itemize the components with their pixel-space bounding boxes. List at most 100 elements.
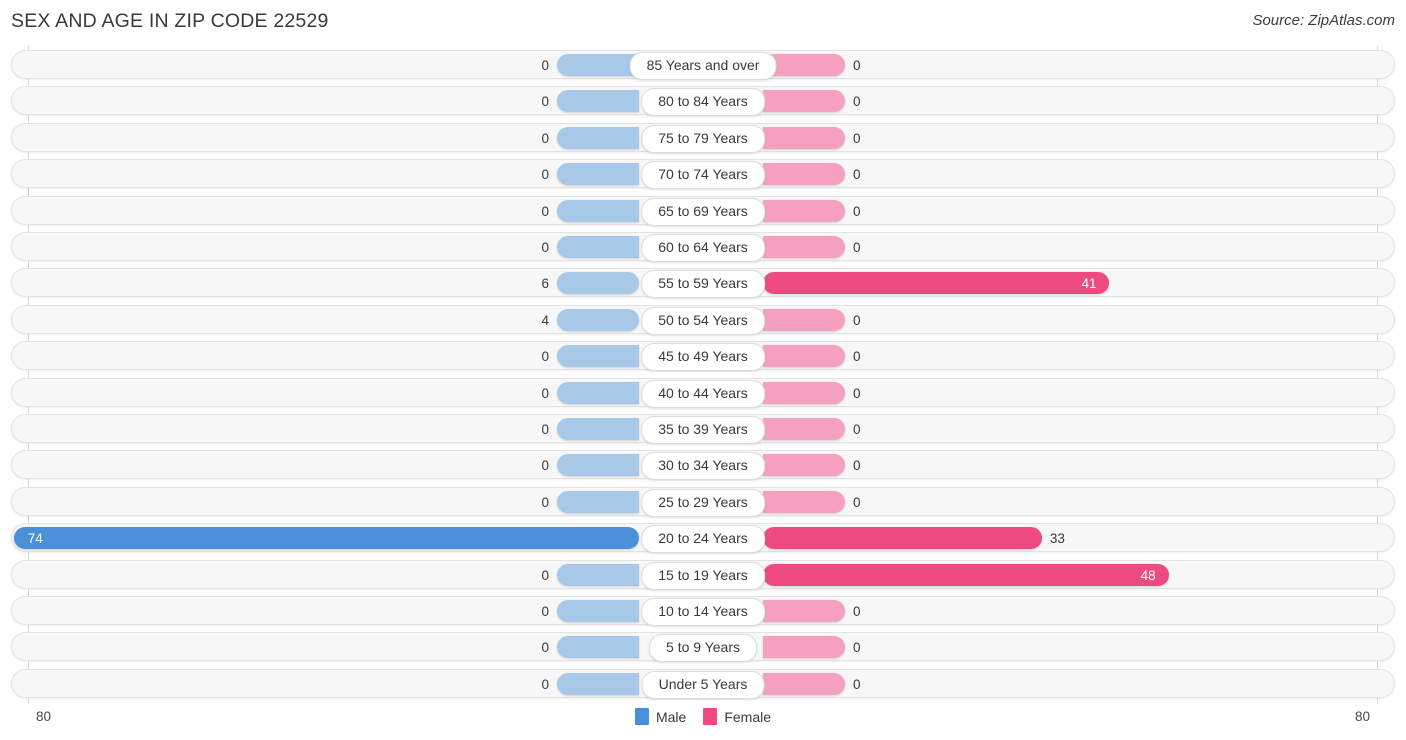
age-group-label: 70 to 74 Years <box>641 161 765 190</box>
value-label-female: 0 <box>853 458 861 474</box>
chart-row[interactable]: 0 0 25 to 29 Years <box>11 486 1395 517</box>
bar-male[interactable] <box>557 308 639 331</box>
bar-female[interactable] <box>763 527 1042 550</box>
bar-female[interactable] <box>763 199 845 222</box>
value-label-female: 0 <box>853 676 861 692</box>
value-label-female: 41 <box>1081 276 1097 292</box>
chart-row-inner: 0 0 70 to 74 Years <box>12 160 1394 190</box>
bar-male[interactable] <box>557 272 639 295</box>
value-label-male: 0 <box>541 349 549 365</box>
bar-female[interactable] <box>763 126 845 149</box>
chart-row[interactable]: 0 0 70 to 74 Years <box>11 159 1395 190</box>
bar-female[interactable] <box>763 490 845 513</box>
bar-female[interactable] <box>763 636 845 659</box>
bar-male[interactable] <box>557 90 639 113</box>
chart-row-inner: 0 0 40 to 44 Years <box>12 379 1394 408</box>
bar-female[interactable] <box>763 563 1169 586</box>
bar-female[interactable] <box>763 272 1110 295</box>
age-group-label: 50 to 54 Years <box>641 306 765 335</box>
axis-label-right: 80 <box>1354 709 1370 724</box>
bar-male[interactable] <box>557 490 639 513</box>
value-label-male: 0 <box>541 130 549 146</box>
bar-male[interactable] <box>13 527 639 550</box>
bar-female[interactable] <box>763 672 845 695</box>
bar-male[interactable] <box>557 381 639 404</box>
value-label-female: 0 <box>853 94 861 110</box>
bar-female[interactable] <box>763 163 845 186</box>
age-group-label: 40 to 44 Years <box>641 379 765 408</box>
bar-male[interactable] <box>557 163 639 186</box>
bar-male[interactable] <box>557 563 639 586</box>
axis-label-left: 80 <box>36 709 52 724</box>
legend-swatch-male-icon <box>634 708 649 725</box>
value-label-male: 0 <box>541 604 549 619</box>
age-group-label: 80 to 84 Years <box>641 88 765 117</box>
value-label-female: 0 <box>853 422 861 437</box>
bar-female[interactable] <box>763 90 845 113</box>
value-label-female: 0 <box>853 130 861 146</box>
chart-row[interactable]: 0 0 35 to 39 Years <box>11 414 1395 444</box>
value-label-male: 0 <box>541 494 549 510</box>
chart-row-inner: 0 0 Under 5 Years <box>12 670 1394 699</box>
chart-row-inner: 74 33 20 to 24 Years <box>12 524 1394 554</box>
age-group-label: 60 to 64 Years <box>641 234 765 262</box>
legend-item-female[interactable]: Female <box>703 708 771 725</box>
age-group-label: 35 to 39 Years <box>641 416 765 444</box>
chart-row-inner: 0 0 65 to 69 Years <box>12 197 1394 226</box>
chart-row[interactable]: 0 0 60 to 64 Years <box>11 232 1395 262</box>
chart-row[interactable]: 0 0 Under 5 Years <box>11 668 1395 699</box>
chart-row-inner: 0 0 45 to 49 Years <box>12 342 1394 372</box>
value-label-male: 0 <box>541 422 549 437</box>
chart-row[interactable]: 0 0 85 Years and over <box>11 50 1395 80</box>
value-label-female: 0 <box>853 240 861 255</box>
chart-row[interactable]: 0 0 5 to 9 Years <box>11 632 1395 663</box>
age-group-label: 75 to 79 Years <box>641 124 765 153</box>
bar-male[interactable] <box>557 672 639 695</box>
chart-row[interactable]: 0 0 65 to 69 Years <box>11 195 1395 226</box>
value-label-male: 74 <box>27 531 43 547</box>
legend-label-male: Male <box>655 708 687 725</box>
bar-male[interactable] <box>557 199 639 222</box>
chart-row[interactable]: 4 0 50 to 54 Years <box>11 304 1395 335</box>
page-title: SEX AND AGE IN ZIP CODE 22529 <box>11 10 329 32</box>
chart-row[interactable]: 0 0 80 to 84 Years <box>11 86 1395 117</box>
bar-female[interactable] <box>763 381 845 404</box>
legend-label-female: Female <box>724 708 772 725</box>
chart-row[interactable]: 6 41 55 to 59 Years <box>11 268 1395 299</box>
bar-male[interactable] <box>557 236 639 258</box>
chart-row[interactable]: 0 48 15 to 19 Years <box>11 559 1395 590</box>
value-label-female: 0 <box>853 494 861 510</box>
chart-row-inner: 0 48 15 to 19 Years <box>12 561 1394 590</box>
bar-female[interactable] <box>763 600 845 622</box>
age-group-label: 85 Years and over <box>629 52 777 80</box>
chart-row[interactable]: 0 0 45 to 49 Years <box>11 341 1395 372</box>
bar-female[interactable] <box>763 418 845 440</box>
chart-row-inner: 0 0 80 to 84 Years <box>12 87 1394 117</box>
value-label-male: 0 <box>541 167 549 183</box>
chart-row[interactable]: 0 0 40 to 44 Years <box>11 377 1395 408</box>
value-label-female: 0 <box>853 640 861 656</box>
bar-female[interactable] <box>763 454 845 477</box>
chart-plot-area: 0 0 85 Years and over 0 0 80 to 84 Years 0 0 75 … <box>0 46 1406 704</box>
legend-item-male[interactable]: Male <box>634 708 687 725</box>
bar-female[interactable] <box>763 236 845 258</box>
bar-male[interactable] <box>557 418 639 440</box>
value-label-female: 48 <box>1140 567 1156 583</box>
bar-female[interactable] <box>763 308 845 331</box>
chart-row[interactable]: 0 0 75 to 79 Years <box>11 122 1395 153</box>
bar-male[interactable] <box>557 600 639 622</box>
value-label-female: 0 <box>853 349 861 365</box>
bar-male[interactable] <box>557 54 639 76</box>
value-label-male: 0 <box>541 58 549 73</box>
bar-male[interactable] <box>557 636 639 659</box>
chart-legend: Male Female <box>634 708 771 725</box>
bar-male[interactable] <box>557 126 639 149</box>
chart-row[interactable]: 0 0 30 to 34 Years <box>11 450 1395 481</box>
chart-row-inner: 0 0 35 to 39 Years <box>12 415 1394 444</box>
bar-male[interactable] <box>557 345 639 368</box>
chart-row[interactable]: 0 0 10 to 14 Years <box>11 596 1395 626</box>
bar-male[interactable] <box>557 454 639 477</box>
bar-female[interactable] <box>763 345 845 368</box>
chart-row[interactable]: 74 33 20 to 24 Years <box>11 523 1395 554</box>
chart-footer: 80 80 Male Female <box>0 704 1406 740</box>
